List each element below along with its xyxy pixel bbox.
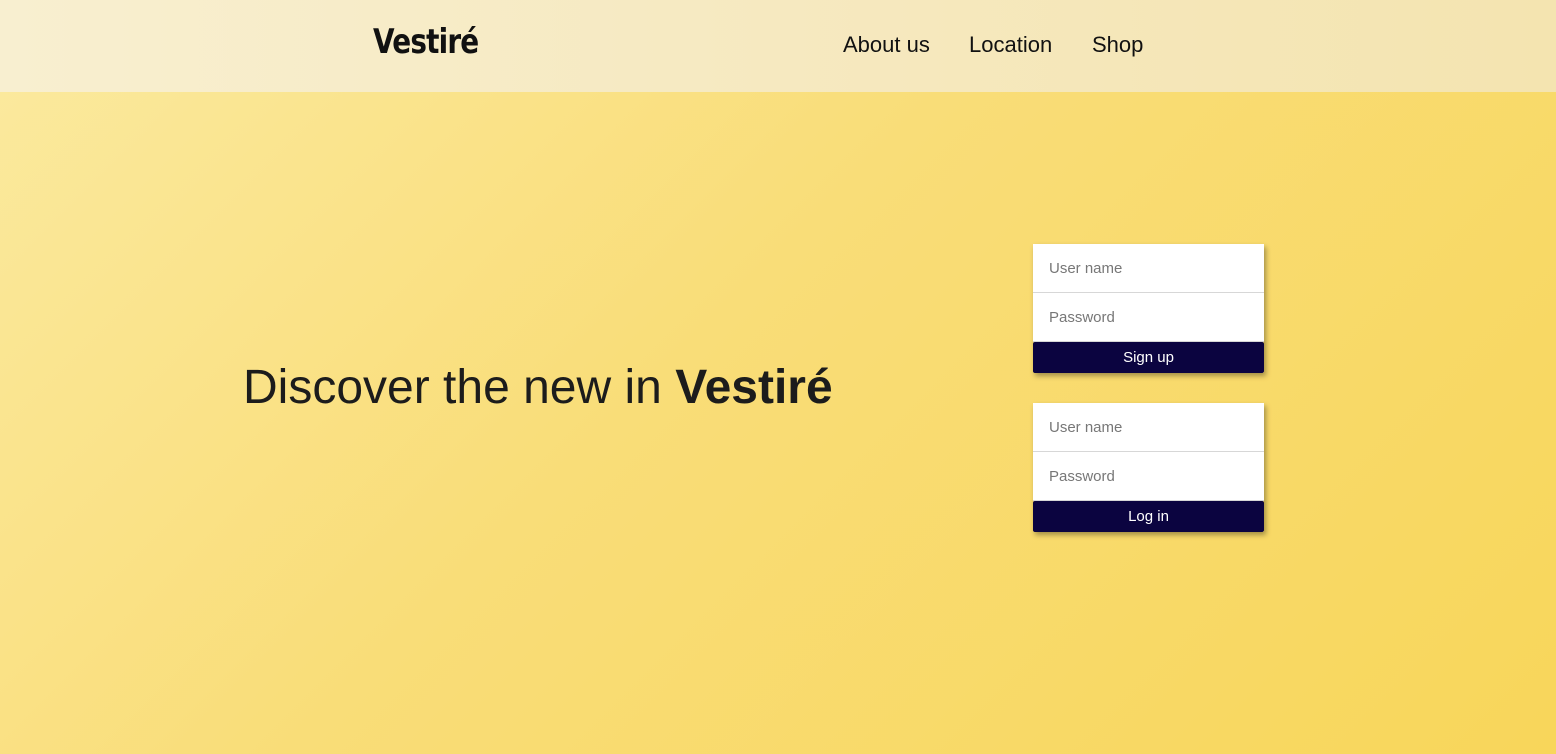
brand-logo[interactable]: Vestiré	[373, 22, 479, 62]
signup-username-input[interactable]	[1033, 244, 1264, 293]
signup-password-input[interactable]	[1033, 293, 1264, 342]
hero-headline: Discover the new in Vestiré	[243, 360, 833, 415]
signup-button[interactable]: Sign up	[1033, 342, 1264, 373]
hero-text: Discover the new in	[243, 361, 662, 414]
login-password-input[interactable]	[1033, 452, 1264, 501]
login-username-input[interactable]	[1033, 403, 1264, 452]
hero-brand: Vestiré	[675, 361, 833, 414]
nav-link-shop[interactable]: Shop	[1092, 32, 1143, 58]
nav-link-about-us[interactable]: About us	[843, 32, 930, 58]
top-navigation-bar: Vestiré About us Location Shop	[0, 0, 1556, 92]
nav-link-location[interactable]: Location	[969, 32, 1052, 58]
signup-form: Sign up	[1033, 244, 1264, 373]
login-form: Log in	[1033, 403, 1264, 532]
login-button[interactable]: Log in	[1033, 501, 1264, 532]
